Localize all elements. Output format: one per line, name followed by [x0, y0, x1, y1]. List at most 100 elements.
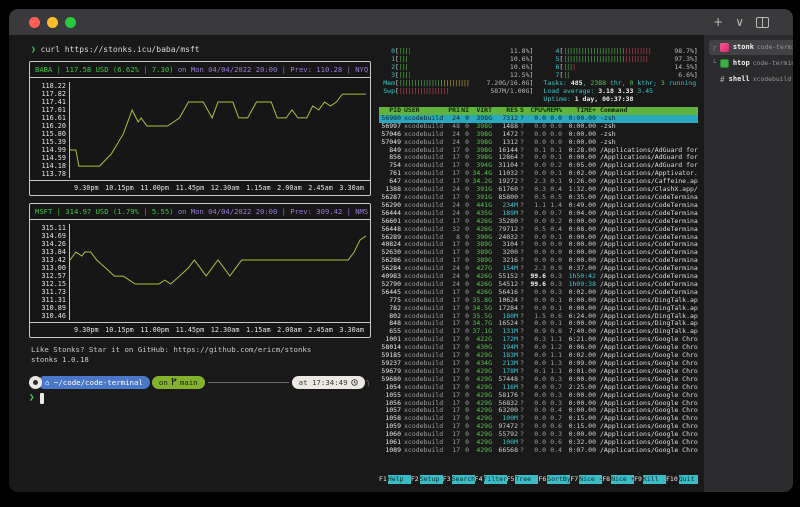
process-row[interactable]: 1058xcodebuild170429G100M?0.00.70:15.00/… — [379, 415, 698, 423]
cell: ? — [518, 320, 526, 328]
process-row[interactable]: 848xcodebuild17034.7G16524?0.00.10:00.00… — [379, 320, 698, 328]
tab-htop[interactable]: └htopcode-terminal — [709, 56, 794, 71]
process-row[interactable]: 1059xcodebuild170429G97472?0.00.60:15.00… — [379, 423, 698, 431]
chevron-down-icon[interactable]: ∨ — [735, 15, 744, 29]
process-row[interactable]: 56289xcodebuild80390G24032?0.00.10:00.00… — [379, 234, 698, 242]
column-header-res[interactable]: RES — [492, 107, 518, 115]
process-row[interactable]: 56997xcodebuild480398G1488?0.00.00:00.00… — [379, 123, 698, 131]
process-row[interactable]: 1388xcodebuild240391G61760?0.30.41:32.00… — [379, 186, 698, 194]
cell: 0.0 — [526, 439, 546, 447]
zoom-button[interactable] — [65, 17, 76, 28]
fnkey-f3[interactable]: F3Search — [443, 475, 475, 484]
process-row[interactable]: 58014xcodebuild170430G194M?0.01.20:06.00… — [379, 344, 698, 352]
new-tab-icon[interactable]: + — [713, 15, 723, 29]
process-row[interactable]: 56287xcodebuild170391G85800?0.50.50:35.0… — [379, 194, 698, 202]
process-row[interactable]: 1056xcodebuild170429G56832?0.00.30:00.00… — [379, 400, 698, 408]
cell: 40983 — [379, 273, 401, 281]
cell: 0.4 — [546, 186, 562, 194]
column-header-s[interactable]: S — [518, 107, 526, 115]
column-header-cpu[interactable]: CPU% — [526, 107, 546, 115]
process-row[interactable]: 56444xcodebuild240435G189M?0.00.70:04.00… — [379, 210, 698, 218]
fnkey-f9[interactable]: F9Kill — [634, 475, 666, 484]
column-header-virt[interactable]: VIRT — [469, 107, 492, 115]
fnkey-f8[interactable]: F8Nice + — [602, 475, 634, 484]
process-row[interactable]: 1061xcodebuild170429G100M?0.00.60:32.00/… — [379, 439, 698, 447]
minimize-button[interactable] — [47, 17, 58, 28]
process-row[interactable]: 56448xcodebuild320426G79712?0.50.40:08.0… — [379, 226, 698, 234]
column-header-pri[interactable]: PRI — [448, 107, 460, 115]
process-row[interactable]: 775xcodebuild17035.8G10624?0.00.10:00.00… — [379, 297, 698, 305]
fnkey-f4[interactable]: F4Filter — [475, 475, 507, 484]
input-line[interactable]: ❯ — [29, 392, 371, 404]
cell: 0:07.00 — [562, 447, 596, 455]
process-row[interactable]: 849xcodebuild170398G16144?0.10.10:28.00/… — [379, 147, 698, 155]
titlebar[interactable]: + ∨ — [9, 9, 793, 35]
process-row[interactable]: 59679xcodebuild170429G178M?0.11.10:01.00… — [379, 368, 698, 376]
cell: 17 — [448, 194, 460, 202]
column-header-ni[interactable]: NI — [460, 107, 469, 115]
fnkey-f1[interactable]: F1Help — [379, 475, 411, 484]
process-row[interactable]: 57046xcodebuild240398G1472?0.00.00:00.00… — [379, 131, 698, 139]
process-row[interactable]: 1055xcodebuild170429G58176?0.00.30:00.00… — [379, 392, 698, 400]
cell: 0 — [460, 194, 469, 202]
column-header-time[interactable]: TIME+ — [562, 107, 596, 115]
cell: ? — [518, 400, 526, 408]
process-row[interactable]: 56290xcodebuild240441G234M?1.11.40:49.00… — [379, 202, 698, 210]
process-row[interactable]: 56284xcodebuild240427G154M?2.30.90:37.00… — [379, 265, 698, 273]
column-header-pid[interactable]: PID — [379, 107, 401, 115]
fnkey-f6[interactable]: F6SortBy — [538, 475, 570, 484]
cell: ? — [518, 170, 526, 178]
process-row[interactable]: 52630xcodebuild170389G3200?0.00.00:00.00… — [379, 249, 698, 257]
table-header-row[interactable]: PIDUSERPRINIVIRTRESSCPU%MEM%TIME+Command — [379, 107, 698, 115]
process-row[interactable]: 856xcodebuild170398G12864?0.00.10:00.00/… — [379, 154, 698, 162]
process-row[interactable]: 754xcodebuild170394G31104?0.00.20:05.00/… — [379, 162, 698, 170]
process-row[interactable]: 56445xcodebuild170426G56416?0.00.30:02.0… — [379, 289, 698, 297]
fnkey-f10[interactable]: F10Quit — [666, 475, 698, 484]
close-button[interactable] — [29, 17, 40, 28]
process-row[interactable]: 1001xcodebuild170422G172M?0.31.16:21.00/… — [379, 336, 698, 344]
cell: 56289 — [379, 234, 401, 242]
cell: 0:04.00 — [562, 210, 596, 218]
sidebar-toggle-icon[interactable] — [756, 17, 769, 28]
column-header-mem[interactable]: MEM% — [546, 107, 562, 115]
process-row[interactable]: 1057xcodebuild170429G63200?0.00.40:00.00… — [379, 407, 698, 415]
tab-stonk[interactable]: ┌stonkcode-terminal — [709, 40, 794, 55]
cell: 0.1 — [546, 178, 562, 186]
cell: ? — [518, 281, 526, 289]
process-row[interactable]: 52790xcodebuild240426G54512?99.60.31h09:… — [379, 281, 698, 289]
process-row[interactable]: 57049xcodebuild240398G1312?0.00.00:00.00… — [379, 139, 698, 147]
process-row[interactable]: 1054xcodebuild170429G116M?0.00.72:25.00/… — [379, 384, 698, 392]
process-row[interactable]: 59185xcodebuild170429G183M?0.01.10:02.00… — [379, 352, 698, 360]
tab-shell[interactable]: #shellxcodebuild — [709, 72, 794, 87]
cell: 427G — [469, 265, 492, 273]
process-row[interactable]: 802xcodebuild17035.5G180M?1.50.66:24.00/… — [379, 313, 698, 321]
fnkey-f5[interactable]: F5Tree — [507, 475, 539, 484]
column-header-user[interactable]: USER — [401, 107, 448, 115]
process-row[interactable]: 1089xcodebuild170429G66568?0.00.40:07.00… — [379, 447, 698, 455]
cell: 0:02.00 — [562, 289, 596, 297]
fnkey-f2[interactable]: F2Setup — [411, 475, 443, 484]
process-row[interactable]: 56601xcodebuild170426G35280?0.00.20:00.0… — [379, 218, 698, 226]
price-line — [70, 94, 366, 166]
process-row[interactable]: 56286xcodebuild170389G3216?0.00.00:00.00… — [379, 257, 698, 265]
cell: 0.0 — [526, 305, 546, 313]
process-row[interactable]: 59680xcodebuild170429G57448?0.00.30:00.0… — [379, 376, 698, 384]
y-tick: 116.20 — [32, 122, 66, 130]
process-row[interactable]: 40824xcodebuild170389G3104?0.00.00:00.00… — [379, 241, 698, 249]
process-row[interactable]: 761xcodebuild17034.4G11032?0.00.10:02.00… — [379, 170, 698, 178]
process-row[interactable]: 59237xcodebuild170434G213M?0.01.30:09.00… — [379, 360, 698, 368]
process-row[interactable]: 1060xcodebuild170429G55792?0.00.30:00.00… — [379, 431, 698, 439]
process-row[interactable]: 40983xcodebuild240426G55152?99.60.31h50:… — [379, 273, 698, 281]
cell: 0.3 — [546, 400, 562, 408]
fnkey-f7[interactable]: F7Nice - — [570, 475, 602, 484]
y-tick: 115.39 — [32, 138, 66, 146]
cell: /Applications/DingTalk.ap — [596, 328, 698, 336]
process-row[interactable]: 647xcodebuild17034.2G19272?2.30.19:26.00… — [379, 178, 698, 186]
column-header-command[interactable]: Command — [596, 107, 698, 115]
cell: 1061 — [379, 439, 401, 447]
process-row[interactable]: 655xcodebuild17037.1G131M?0.90.87:40.00/… — [379, 328, 698, 336]
process-row[interactable]: 56980xcodebuild240398G7312?0.00.00:00.00… — [379, 115, 698, 123]
process-row[interactable]: 782xcodebuild17034.5G17284?0.00.10:00.00… — [379, 305, 698, 313]
cell: /Applications/CodeTermina — [596, 241, 698, 249]
cell: xcodebuild — [401, 115, 448, 123]
